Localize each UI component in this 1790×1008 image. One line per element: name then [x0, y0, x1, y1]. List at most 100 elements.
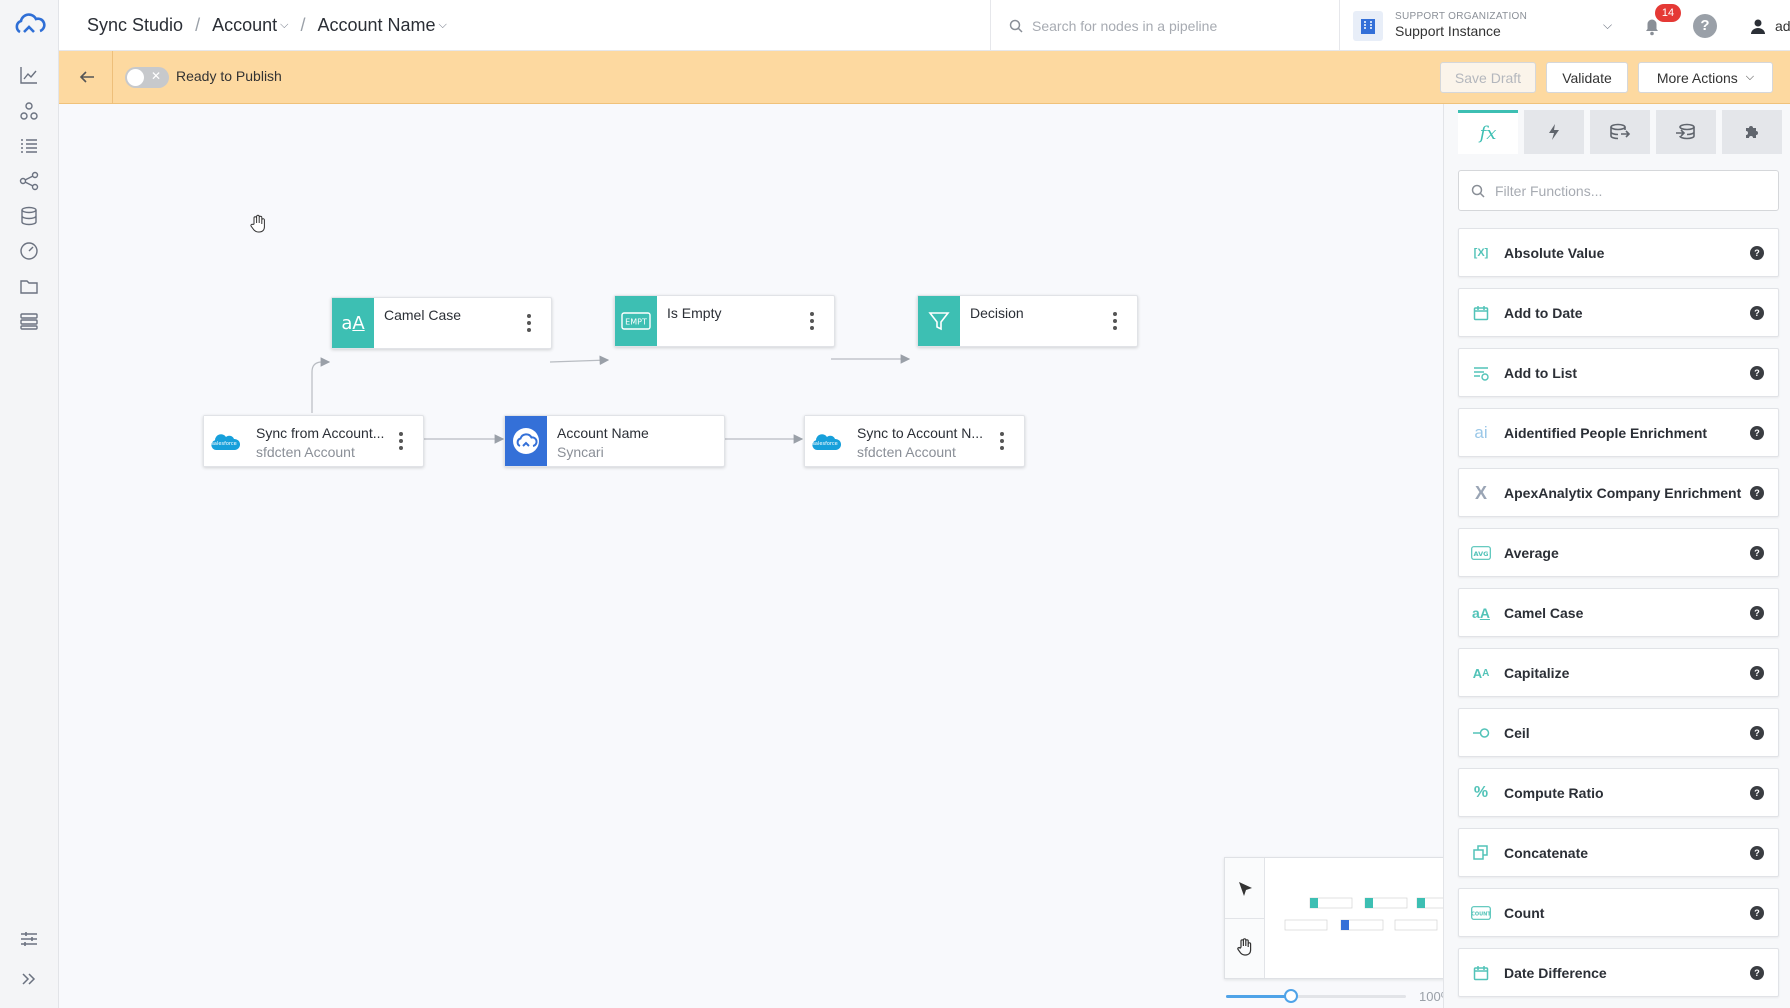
- more-actions-label: More Actions: [1656, 69, 1738, 86]
- pipeline-node-decision[interactable]: Decision: [917, 295, 1138, 347]
- save-draft-button[interactable]: Save Draft: [1440, 62, 1536, 93]
- layers-icon[interactable]: [18, 310, 40, 332]
- back-arrow-icon[interactable]: [75, 65, 99, 89]
- toggle-off-icon: ✕: [151, 69, 162, 83]
- function-item[interactable]: Add to List ?: [1458, 348, 1779, 397]
- ceil-icon: [1471, 723, 1491, 743]
- function-item[interactable]: ai Aidentified People Enrichment ?: [1458, 408, 1779, 457]
- filter-functions: [1458, 170, 1779, 211]
- function-label: Add to Date: [1504, 305, 1583, 321]
- function-label: Count: [1504, 905, 1545, 921]
- help-icon[interactable]: ?: [1693, 14, 1717, 38]
- function-item[interactable]: Add to Date ?: [1458, 288, 1779, 337]
- pipeline-node-account-name[interactable]: Account Name Syncari: [504, 415, 725, 467]
- org-selector[interactable]: SUPPORT ORGANIZATION Support Instance ⌵: [1353, 0, 1612, 51]
- help-icon[interactable]: ?: [1750, 366, 1764, 380]
- pipeline-node-sync-from-account[interactable]: salesforce Sync from Account... sfdcten …: [203, 415, 424, 467]
- settings-sliders-icon[interactable]: [18, 928, 40, 950]
- tab-destinations[interactable]: [1656, 110, 1716, 154]
- hand-cursor-icon: [249, 214, 267, 239]
- analytics-icon[interactable]: [18, 64, 40, 86]
- is-empty-icon: EMPT: [615, 296, 657, 346]
- function-label: Ceil: [1504, 725, 1530, 741]
- apexanalytix-logo-icon: X: [1474, 482, 1487, 503]
- syncari-logo-icon[interactable]: [10, 10, 48, 40]
- expand-rail-icon[interactable]: [18, 968, 40, 990]
- function-item[interactable]: aA Camel Case ?: [1458, 588, 1779, 637]
- toggle-knob: [127, 69, 144, 86]
- database-icon[interactable]: [18, 205, 40, 227]
- function-item[interactable]: Date Difference ?: [1458, 948, 1779, 997]
- chevron-down-icon[interactable]: ⌵: [280, 19, 288, 32]
- function-item[interactable]: Ceil ?: [1458, 708, 1779, 757]
- help-icon[interactable]: ?: [1750, 546, 1764, 560]
- pipeline-canvas[interactable]: aA Camel Case EMPT Is Empty Decision sal…: [59, 104, 1493, 1008]
- help-icon[interactable]: ?: [1750, 726, 1764, 740]
- dashboard-gauge-icon[interactable]: [18, 240, 40, 262]
- node-menu-icon[interactable]: [527, 314, 531, 334]
- select-pointer-icon[interactable]: [1234, 878, 1256, 900]
- function-item[interactable]: Concatenate ?: [1458, 828, 1779, 877]
- tab-extensions[interactable]: [1722, 110, 1782, 154]
- tab-functions[interactable]: fx: [1458, 110, 1518, 154]
- node-subtitle: Syncari: [557, 444, 604, 460]
- chevron-down-icon[interactable]: ⌵: [1603, 18, 1612, 33]
- folder-icon[interactable]: [18, 275, 40, 297]
- function-item[interactable]: % Compute Ratio ?: [1458, 768, 1779, 817]
- org-label: SUPPORT ORGANIZATION: [1395, 10, 1528, 22]
- breadcrumb-account-name[interactable]: Account Name: [317, 15, 435, 36]
- entities-icon[interactable]: [18, 100, 40, 122]
- building-icon: [1353, 10, 1383, 41]
- filter-functions-input[interactable]: [1495, 182, 1765, 199]
- node-menu-icon[interactable]: [1113, 312, 1117, 332]
- help-icon[interactable]: ?: [1750, 966, 1764, 980]
- function-item[interactable]: X ApexAnalytix Company Enrichment ?: [1458, 468, 1779, 517]
- help-icon[interactable]: ?: [1750, 786, 1764, 800]
- function-item[interactable]: AVG Average ?: [1458, 528, 1779, 577]
- pipeline-icon[interactable]: [18, 170, 40, 192]
- validate-button[interactable]: Validate: [1546, 62, 1628, 93]
- help-icon[interactable]: ?: [1750, 666, 1764, 680]
- more-actions-button[interactable]: More Actions ⌵: [1638, 62, 1773, 93]
- node-menu-icon[interactable]: [399, 432, 403, 452]
- chevron-down-icon[interactable]: ⌵: [439, 19, 447, 32]
- ready-to-publish-toggle[interactable]: ✕: [125, 67, 169, 88]
- zoom-slider-thumb[interactable]: [1284, 989, 1298, 1003]
- canvas-tools: [1225, 858, 1265, 978]
- function-item[interactable]: AA Capitalize ?: [1458, 648, 1779, 697]
- average-icon: AVG: [1471, 543, 1491, 563]
- node-menu-icon[interactable]: [1000, 432, 1004, 452]
- function-label: Average: [1504, 545, 1559, 561]
- tab-actions[interactable]: [1524, 110, 1584, 154]
- help-icon[interactable]: ?: [1750, 306, 1764, 320]
- chevron-down-icon: ⌵: [1745, 71, 1755, 83]
- pan-hand-icon[interactable]: [1234, 936, 1256, 958]
- tab-sources[interactable]: [1590, 110, 1650, 154]
- help-icon[interactable]: ?: [1750, 246, 1764, 260]
- pipeline-node-sync-to-account[interactable]: salesforce Sync to Account N... sfdcten …: [804, 415, 1025, 467]
- breadcrumb-sync-studio[interactable]: Sync Studio: [87, 15, 183, 36]
- list-icon[interactable]: [18, 135, 40, 157]
- node-menu-icon[interactable]: [810, 312, 814, 332]
- help-icon[interactable]: ?: [1750, 846, 1764, 860]
- function-label: Compute Ratio: [1504, 785, 1604, 801]
- help-icon[interactable]: ?: [1750, 426, 1764, 440]
- help-icon[interactable]: ?: [1750, 606, 1764, 620]
- user-menu[interactable]: admin ⌵: [1749, 0, 1790, 51]
- node-subtitle: sfdcten Account: [256, 444, 355, 460]
- org-value: Support Instance: [1395, 23, 1501, 39]
- search-input[interactable]: [1032, 17, 1312, 34]
- function-item[interactable]: [X] Absolute Value ?: [1458, 228, 1779, 277]
- help-icon[interactable]: ?: [1750, 486, 1764, 500]
- function-item[interactable]: COUNT Count ?: [1458, 888, 1779, 937]
- pipeline-node-camel-case[interactable]: aA Camel Case: [331, 297, 552, 349]
- salesforce-logo-text: salesforce: [812, 441, 837, 447]
- pipeline-node-is-empty[interactable]: EMPT Is Empty: [614, 295, 835, 347]
- breadcrumb-separator: /: [300, 15, 306, 35]
- count-icon: COUNT: [1471, 903, 1491, 923]
- breadcrumb-account[interactable]: Account: [212, 15, 277, 36]
- camel-case-icon: aA: [1472, 605, 1490, 621]
- help-icon[interactable]: ?: [1750, 906, 1764, 920]
- svg-text:COUNT: COUNT: [1471, 912, 1491, 918]
- aidentified-logo-icon: ai: [1474, 423, 1488, 442]
